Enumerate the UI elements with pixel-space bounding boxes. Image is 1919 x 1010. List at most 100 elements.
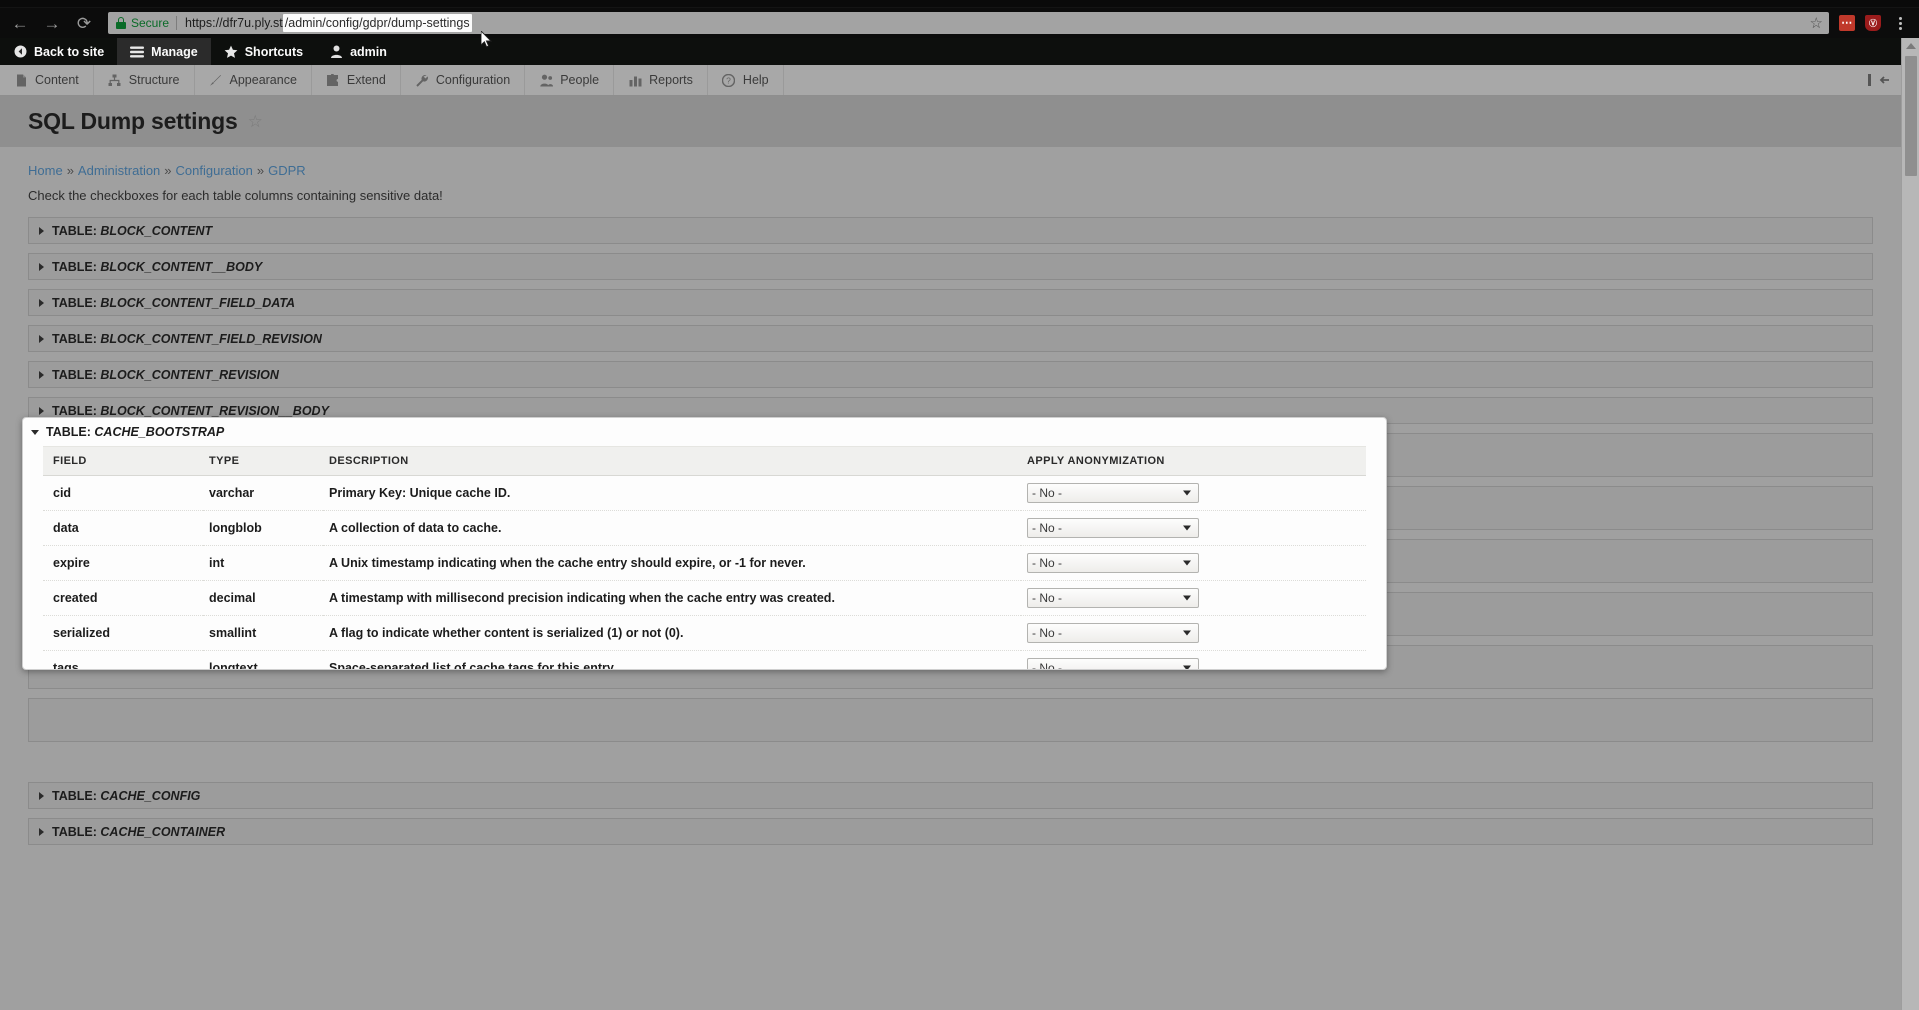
accordion-label: TABLE: CACHE_CONFIG: [52, 788, 201, 803]
cell-description: Primary Key: Unique cache ID.: [323, 475, 1021, 511]
anonymization-select[interactable]: - No -: [1027, 658, 1199, 669]
admin-menu-item-people[interactable]: People: [525, 65, 615, 95]
chevron-right-icon: [39, 827, 44, 836]
scrollbar-thumb[interactable]: [1905, 56, 1917, 176]
accordion-label: TABLE: CACHE_CONTAINER: [52, 824, 226, 839]
chevron-down-icon: [31, 429, 39, 435]
toolbar-item-label: admin: [350, 44, 387, 59]
paintbrush-icon: [209, 73, 223, 87]
back-arrow-icon[interactable]: ←: [4, 9, 36, 37]
anonymization-select[interactable]: - No -: [1027, 483, 1199, 503]
back-circle-icon: [13, 45, 27, 59]
admin-menu-item-label: Extend: [346, 73, 386, 87]
cell-type: decimal: [203, 580, 323, 616]
cell-description: A timestamp with millisecond precision i…: [323, 580, 1021, 616]
cell-field: cid: [43, 475, 203, 511]
breadcrumb-separator: »: [256, 163, 265, 178]
breadcrumb: Home» Administration» Configuration» GDPR: [0, 147, 1901, 178]
admin-menu-item-configuration[interactable]: Configuration: [401, 65, 526, 95]
chevron-right-icon: [39, 226, 44, 235]
column-header-type: TYPE: [203, 446, 323, 476]
url-origin: https://dfr7u.ply.st: [185, 16, 283, 30]
breadcrumb-separator: »: [164, 163, 172, 178]
table-accordion-list-below: TABLE: CACHE_CONFIG TABLE: CACHE_CONTAIN…: [28, 782, 1873, 854]
extension-icons: ⋯ Ⓥ: [1829, 15, 1881, 31]
three-dot-menu-icon[interactable]: [1887, 10, 1913, 36]
anonymization-select[interactable]: - No -: [1027, 553, 1199, 573]
cell-anonymization: - No -: [1021, 580, 1366, 616]
question-mark-icon: ?: [722, 73, 736, 87]
cell-field: serialized: [43, 615, 203, 651]
scroll-up-arrow-icon[interactable]: [1902, 38, 1919, 54]
breadcrumb-item-configuration[interactable]: Configuration: [176, 163, 253, 178]
accordion-block-content-field-revision[interactable]: TABLE: BLOCK_CONTENT_FIELD_REVISION: [28, 325, 1873, 352]
breadcrumb-item-gdpr[interactable]: GDPR: [268, 163, 306, 178]
toolbar-item-back-to-site[interactable]: Back to site: [0, 38, 117, 65]
reload-icon[interactable]: ⟳: [68, 9, 100, 37]
admin-menu-item-appearance[interactable]: Appearance: [195, 65, 312, 95]
admin-menu-item-label: Appearance: [229, 73, 297, 87]
forward-arrow-icon[interactable]: →: [36, 9, 68, 37]
chevron-right-icon: [39, 370, 44, 379]
anonymization-select[interactable]: - No -: [1027, 518, 1199, 538]
shield-extension-icon[interactable]: Ⓥ: [1865, 15, 1881, 31]
anonymization-select[interactable]: - No -: [1027, 588, 1199, 608]
toolbar-orientation-icon[interactable]: [1857, 65, 1901, 95]
admin-menu-item-content[interactable]: Content: [0, 65, 94, 95]
admin-menu-spacer: [784, 65, 1857, 95]
cell-anonymization: - No -: [1021, 650, 1366, 669]
accordion-block-content-body[interactable]: TABLE: BLOCK_CONTENT__BODY: [28, 253, 1873, 280]
column-header-description: DESCRIPTION: [323, 446, 1021, 476]
drupal-admin-menu: Content Structure Appearance Extend Conf…: [0, 65, 1901, 96]
chevron-right-icon: [39, 262, 44, 271]
breadcrumb-separator: »: [66, 163, 74, 178]
favorite-star-icon[interactable]: ☆: [248, 112, 263, 132]
cell-anonymization: - No -: [1021, 545, 1366, 581]
adblock-extension-icon[interactable]: ⋯: [1839, 15, 1855, 31]
wrench-icon: [415, 73, 429, 87]
table-row: expire int A Unix timestamp indicating w…: [43, 545, 1366, 581]
toolbar-item-shortcuts[interactable]: Shortcuts: [211, 38, 316, 65]
breadcrumb-item-home[interactable]: Home: [28, 163, 63, 178]
accordion-label: TABLE: BLOCK_CONTENT: [52, 223, 213, 238]
address-bar[interactable]: Secure https://dfr7u.ply.st/admin/config…: [108, 12, 1829, 34]
admin-menu-item-label: Configuration: [435, 73, 511, 87]
breadcrumb-item-administration[interactable]: Administration: [78, 163, 160, 178]
accordion-block-content-revision[interactable]: TABLE: BLOCK_CONTENT_REVISION: [28, 361, 1873, 388]
admin-menu-item-structure[interactable]: Structure: [94, 65, 195, 95]
bar-chart-icon: [628, 73, 642, 87]
admin-menu-item-extend[interactable]: Extend: [312, 65, 401, 95]
omnibox-divider: [176, 16, 178, 30]
page-scrollbar[interactable]: [1901, 38, 1919, 1010]
admin-menu-item-help[interactable]: ? Help: [708, 65, 784, 95]
toolbar-item-admin[interactable]: admin: [316, 38, 400, 65]
anonymization-select[interactable]: - No -: [1027, 623, 1199, 643]
table-row: created decimal A timestamp with millise…: [43, 580, 1366, 616]
admin-menu-item-label: Help: [742, 73, 769, 87]
accordion-block-content[interactable]: TABLE: BLOCK_CONTENT: [28, 217, 1873, 244]
cell-field: created: [43, 580, 203, 616]
admin-menu-item-reports[interactable]: Reports: [614, 65, 708, 95]
cell-type: smallint: [203, 615, 323, 651]
accordion-cache-config[interactable]: TABLE: CACHE_CONFIG: [28, 782, 1873, 809]
table-row: cid varchar Primary Key: Unique cache ID…: [43, 475, 1366, 511]
anonymization-select-wrap: - No -: [1027, 483, 1199, 503]
browser-tabstrip[interactable]: [0, 0, 1919, 8]
table-body: cid varchar Primary Key: Unique cache ID…: [43, 475, 1366, 669]
cell-type: longtext: [203, 650, 323, 669]
chevron-right-icon: [39, 298, 44, 307]
cell-description: Space-separated list of cache tags for t…: [323, 650, 1021, 669]
cell-anonymization: - No -: [1021, 475, 1366, 511]
accordion-cache-container[interactable]: TABLE: CACHE_CONTAINER: [28, 818, 1873, 845]
cell-description: A collection of data to cache.: [323, 510, 1021, 546]
puzzle-icon: [326, 73, 340, 87]
cell-anonymization: - No -: [1021, 615, 1366, 651]
toolbar-item-manage[interactable]: Manage: [117, 38, 211, 65]
accordion-block-content-field-data[interactable]: TABLE: BLOCK_CONTENT_FIELD_DATA: [28, 289, 1873, 316]
lock-icon: [116, 17, 126, 29]
star-icon[interactable]: ☆: [1810, 14, 1823, 32]
modal-accordion-header[interactable]: TABLE: CACHE_BOOTSTRAP: [23, 418, 1386, 446]
cell-field: tags: [43, 650, 203, 669]
accordion-hidden-behind-modal[interactable]: [28, 698, 1873, 742]
omnibox-actions: ☆: [1810, 12, 1823, 34]
